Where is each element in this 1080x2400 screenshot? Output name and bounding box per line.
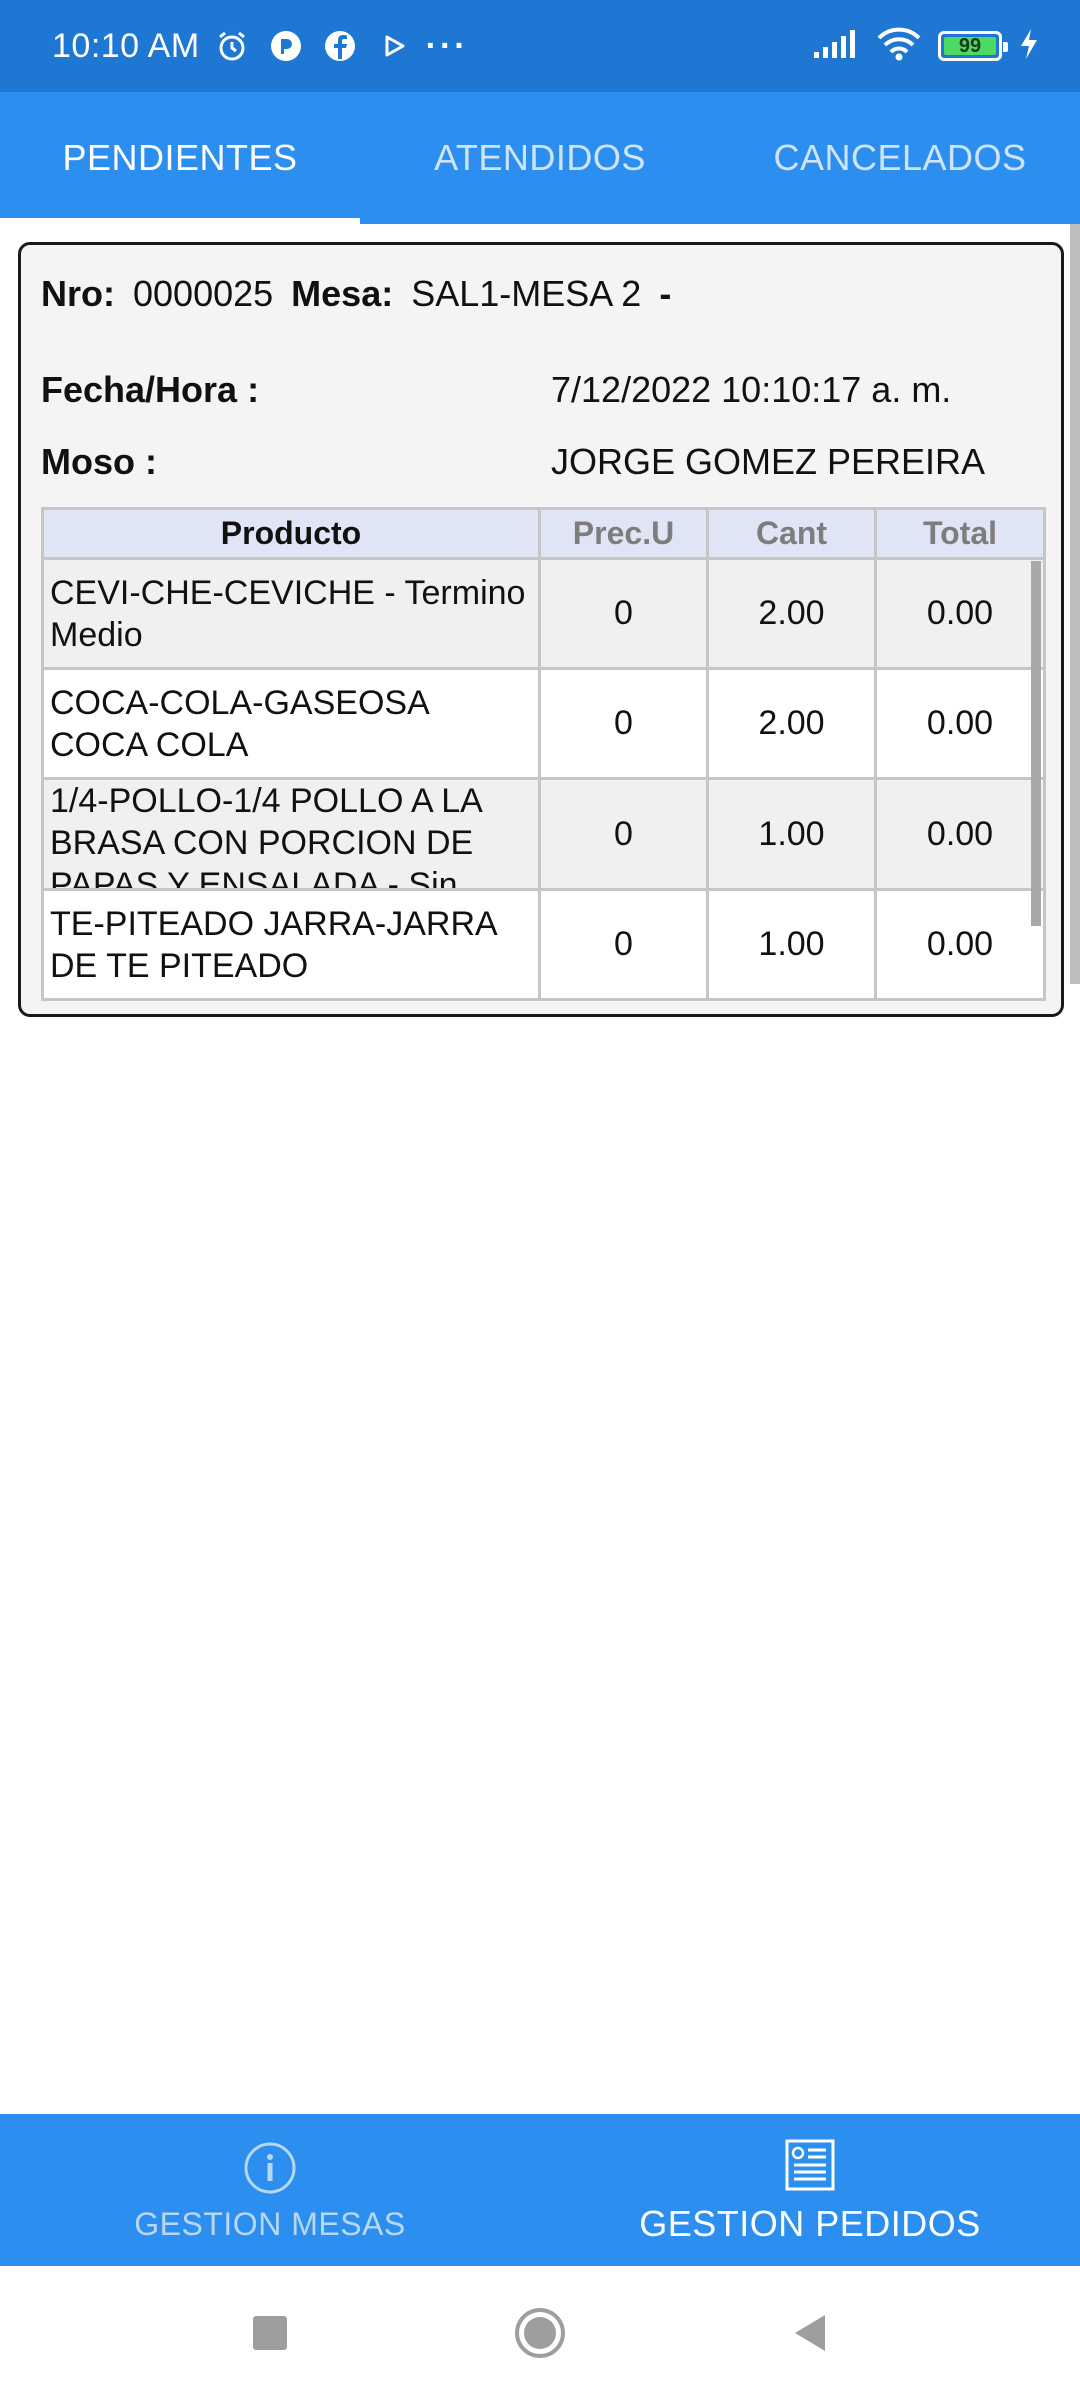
product-name: 1/4-POLLO-1/4 POLLO A LA BRASA CON PORCI… (50, 782, 481, 888)
play-icon (376, 28, 412, 64)
more-notifications-icon: ··· (425, 27, 469, 65)
system-status-icons: 99 (812, 27, 1040, 66)
product-name-cell: CEVI-CHE-CEVICHE - Termino Medio (41, 557, 541, 670)
recents-icon[interactable] (235, 2298, 305, 2368)
app-icon (268, 28, 304, 64)
product-name-cell: COCA-COLA-GASEOSA COCA COLA (41, 667, 541, 780)
total-cell: 0.00 (874, 888, 1046, 1001)
notification-icons (214, 28, 412, 64)
quantity-cell: 2.00 (706, 667, 877, 780)
product-name: TE-PITEADO JARRA-JARRA DE TE PITEADO (50, 904, 496, 985)
quantity-cell: 2.00 (706, 557, 877, 670)
nav-gestion-mesas-label: GESTION MESAS (134, 2205, 406, 2242)
moso-label: Moso : (41, 441, 157, 482)
unit-price-cell: 0 (538, 557, 709, 670)
order-number: 0000025 (133, 273, 274, 314)
unit-price-cell: 0 (538, 777, 709, 891)
facebook-icon (322, 28, 358, 64)
tab-atendidos[interactable]: ATENDIDOS (360, 92, 720, 224)
unit-price-cell: 0 (538, 888, 709, 1001)
charging-icon (1018, 27, 1040, 66)
quantity-cell: 1.00 (706, 777, 877, 891)
table-row[interactable]: 1/4-POLLO-1/4 POLLO A LA BRASA CON PORCI… (41, 777, 1046, 891)
unit-price-cell: 0 (538, 667, 709, 780)
nav-gestion-mesas[interactable]: GESTION MESAS (0, 2114, 540, 2266)
moso-value: JORGE GOMEZ PEREIRA (551, 441, 986, 482)
product-name-cell: TE-PITEADO JARRA-JARRA DE TE PITEADO (41, 888, 541, 1001)
products-table: Producto Prec.U Cant Total CEVI-CHE-CEVI… (41, 507, 1046, 1001)
bottom-navigation: GESTION MESAS GESTION PEDIDOS (0, 2114, 1080, 2266)
battery-icon: 99 (938, 31, 1008, 61)
status-bar: 10:10 AM ··· 99 (0, 0, 1080, 92)
status-time: 10:10 AM (52, 26, 200, 65)
product-name: CEVI-CHE-CEVICHE - Termino Medio (50, 573, 526, 654)
header-cant: Cant (706, 507, 877, 560)
header-precio: Prec.U (538, 507, 709, 560)
table-scrollbar[interactable] (1031, 561, 1041, 926)
order-status-tabs: PENDIENTES ATENDIDOS CANCELADOS (0, 92, 1080, 224)
orders-icon (780, 2135, 840, 2195)
total-cell: 0.00 (874, 667, 1046, 780)
alarm-icon (214, 28, 250, 64)
tab-cancelados[interactable]: CANCELADOS (720, 92, 1080, 224)
tab-pendientes[interactable]: PENDIENTES (0, 92, 360, 224)
system-navigation-bar (0, 2266, 1080, 2400)
wifi-icon (876, 27, 922, 66)
table-row[interactable]: CEVI-CHE-CEVICHE - Termino Medio 0 2.00 … (41, 557, 1046, 670)
signal-icon (812, 28, 860, 65)
page-scrollbar[interactable] (1070, 224, 1080, 984)
mesa-label: Mesa: (291, 273, 394, 314)
battery-level: 99 (958, 34, 982, 57)
table-name: SAL1-MESA 2 (411, 273, 642, 314)
nro-label: Nro: (41, 273, 115, 314)
back-icon[interactable] (775, 2298, 845, 2368)
product-name: COCA-COLA-GASEOSA COCA COLA (50, 683, 428, 764)
total-cell: 0.00 (874, 557, 1046, 670)
moso-row: Moso : JORGE GOMEZ PEREIRA (41, 441, 985, 483)
nav-gestion-pedidos[interactable]: GESTION PEDIDOS (540, 2114, 1080, 2266)
table-row[interactable]: TE-PITEADO JARRA-JARRA DE TE PITEADO 0 1… (41, 888, 1046, 1001)
header-total: Total (874, 507, 1046, 560)
fecha-value: 7/12/2022 10:10:17 a. m. (551, 369, 952, 410)
fecha-label: Fecha/Hora : (41, 369, 260, 410)
info-icon (240, 2138, 300, 2198)
order-header: Nro: 0000025 Mesa: SAL1-MESA 2 - (41, 273, 671, 315)
fecha-row: Fecha/Hora : 7/12/2022 10:10:17 a. m. (41, 369, 951, 411)
quantity-cell: 1.00 (706, 888, 877, 1001)
header-separator: - (659, 273, 672, 314)
product-name-cell: 1/4-POLLO-1/4 POLLO A LA BRASA CON PORCI… (41, 777, 541, 891)
order-card[interactable]: Nro: 0000025 Mesa: SAL1-MESA 2 - Fecha/H… (18, 242, 1064, 1017)
table-header-row: Producto Prec.U Cant Total (41, 507, 1046, 560)
total-cell: 0.00 (874, 777, 1046, 891)
table-row[interactable]: COCA-COLA-GASEOSA COCA COLA 0 2.00 0.00 (41, 667, 1046, 780)
home-icon[interactable] (505, 2298, 575, 2368)
nav-gestion-pedidos-label: GESTION PEDIDOS (639, 2203, 981, 2244)
header-producto: Producto (41, 507, 541, 560)
